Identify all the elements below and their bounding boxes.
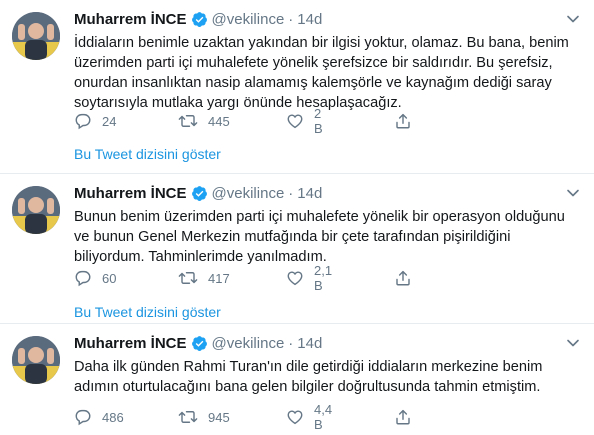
avatar[interactable] [12,336,60,384]
author-name[interactable]: Muharrem İNCE [74,185,187,202]
separator-dot: · [288,10,294,28]
profile-photo [12,336,60,384]
reply-button[interactable]: 24 [74,111,116,131]
timestamp[interactable]: 14d [297,11,322,28]
separator-dot: · [288,334,294,352]
share-button[interactable] [394,111,412,131]
retweet-icon [178,269,198,287]
timestamp[interactable]: 14d [297,335,322,352]
verified-badge-icon [191,11,208,28]
verified-badge-icon [191,335,208,352]
chevron-down-icon[interactable] [566,186,580,200]
retweet-count: 417 [208,270,230,286]
tweet-text: Daha ilk günden Rahmi Turan'ın dile geti… [74,359,543,395]
like-count: 2 B [314,106,323,136]
retweet-icon [178,408,198,426]
author-handle[interactable]: @vekilince [212,335,285,352]
like-button[interactable]: 2,1 B [286,263,332,293]
reply-icon [74,112,92,130]
retweet-count: 945 [208,409,230,425]
tweet-header: Muharrem İNCE @vekilince · 14d [74,183,554,203]
reply-count: 60 [102,270,117,286]
reply-icon [74,408,92,426]
like-button[interactable]: 2 B [286,106,323,136]
heart-icon [286,112,304,130]
chevron-down-icon[interactable] [566,12,580,26]
tweet-text: İddiaların benimle uzaktan yakından bir … [74,35,569,111]
show-thread-link[interactable]: Bu Tweet dizisini göster [74,304,221,320]
heart-icon [286,269,304,287]
retweet-button[interactable]: 945 [178,407,230,427]
retweet-button[interactable]: 445 [178,111,230,131]
share-icon [394,408,412,426]
separator-dot: · [288,184,294,202]
timestamp[interactable]: 14d [297,185,322,202]
tweet-text: Bunun benim üzerimden parti içi muhalefe… [74,209,565,265]
share-button[interactable] [394,268,412,288]
tweet-header: Muharrem İNCE @vekilince · 14d [74,9,554,29]
verified-badge-icon [191,185,208,202]
share-icon [394,112,412,130]
tweet[interactable]: Muharrem İNCE @vekilince · 14d İddiaları… [0,0,594,174]
retweet-button[interactable]: 417 [178,268,230,288]
share-icon [394,269,412,287]
tweet[interactable]: Muharrem İNCE @vekilince · 14d Bunun ben… [0,174,594,324]
reply-button[interactable]: 60 [74,268,116,288]
chevron-down-icon[interactable] [566,336,580,350]
tweet-header: Muharrem İNCE @vekilince · 14d [74,333,554,353]
author-handle[interactable]: @vekilince [212,11,285,28]
profile-photo [12,186,60,234]
reply-button[interactable]: 486 [74,407,124,427]
avatar[interactable] [12,12,60,60]
tweet-feed: Muharrem İNCE @vekilince · 14d İddiaları… [0,0,594,435]
like-count: 2,1 B [314,263,333,293]
author-handle[interactable]: @vekilince [212,185,285,202]
like-count: 4,4 B [314,402,333,432]
show-thread-link[interactable]: Bu Tweet dizisini göster [74,146,221,162]
reply-count: 24 [102,113,117,129]
author-name[interactable]: Muharrem İNCE [74,335,187,352]
tweet[interactable]: Muharrem İNCE @vekilince · 14d Daha ilk … [0,324,594,435]
share-button[interactable] [394,407,412,427]
reply-count: 486 [102,409,124,425]
author-name[interactable]: Muharrem İNCE [74,11,187,28]
avatar[interactable] [12,186,60,234]
profile-photo [12,12,60,60]
retweet-count: 445 [208,113,230,129]
heart-icon [286,408,304,426]
reply-icon [74,269,92,287]
retweet-icon [178,112,198,130]
like-button[interactable]: 4,4 B [286,402,332,432]
